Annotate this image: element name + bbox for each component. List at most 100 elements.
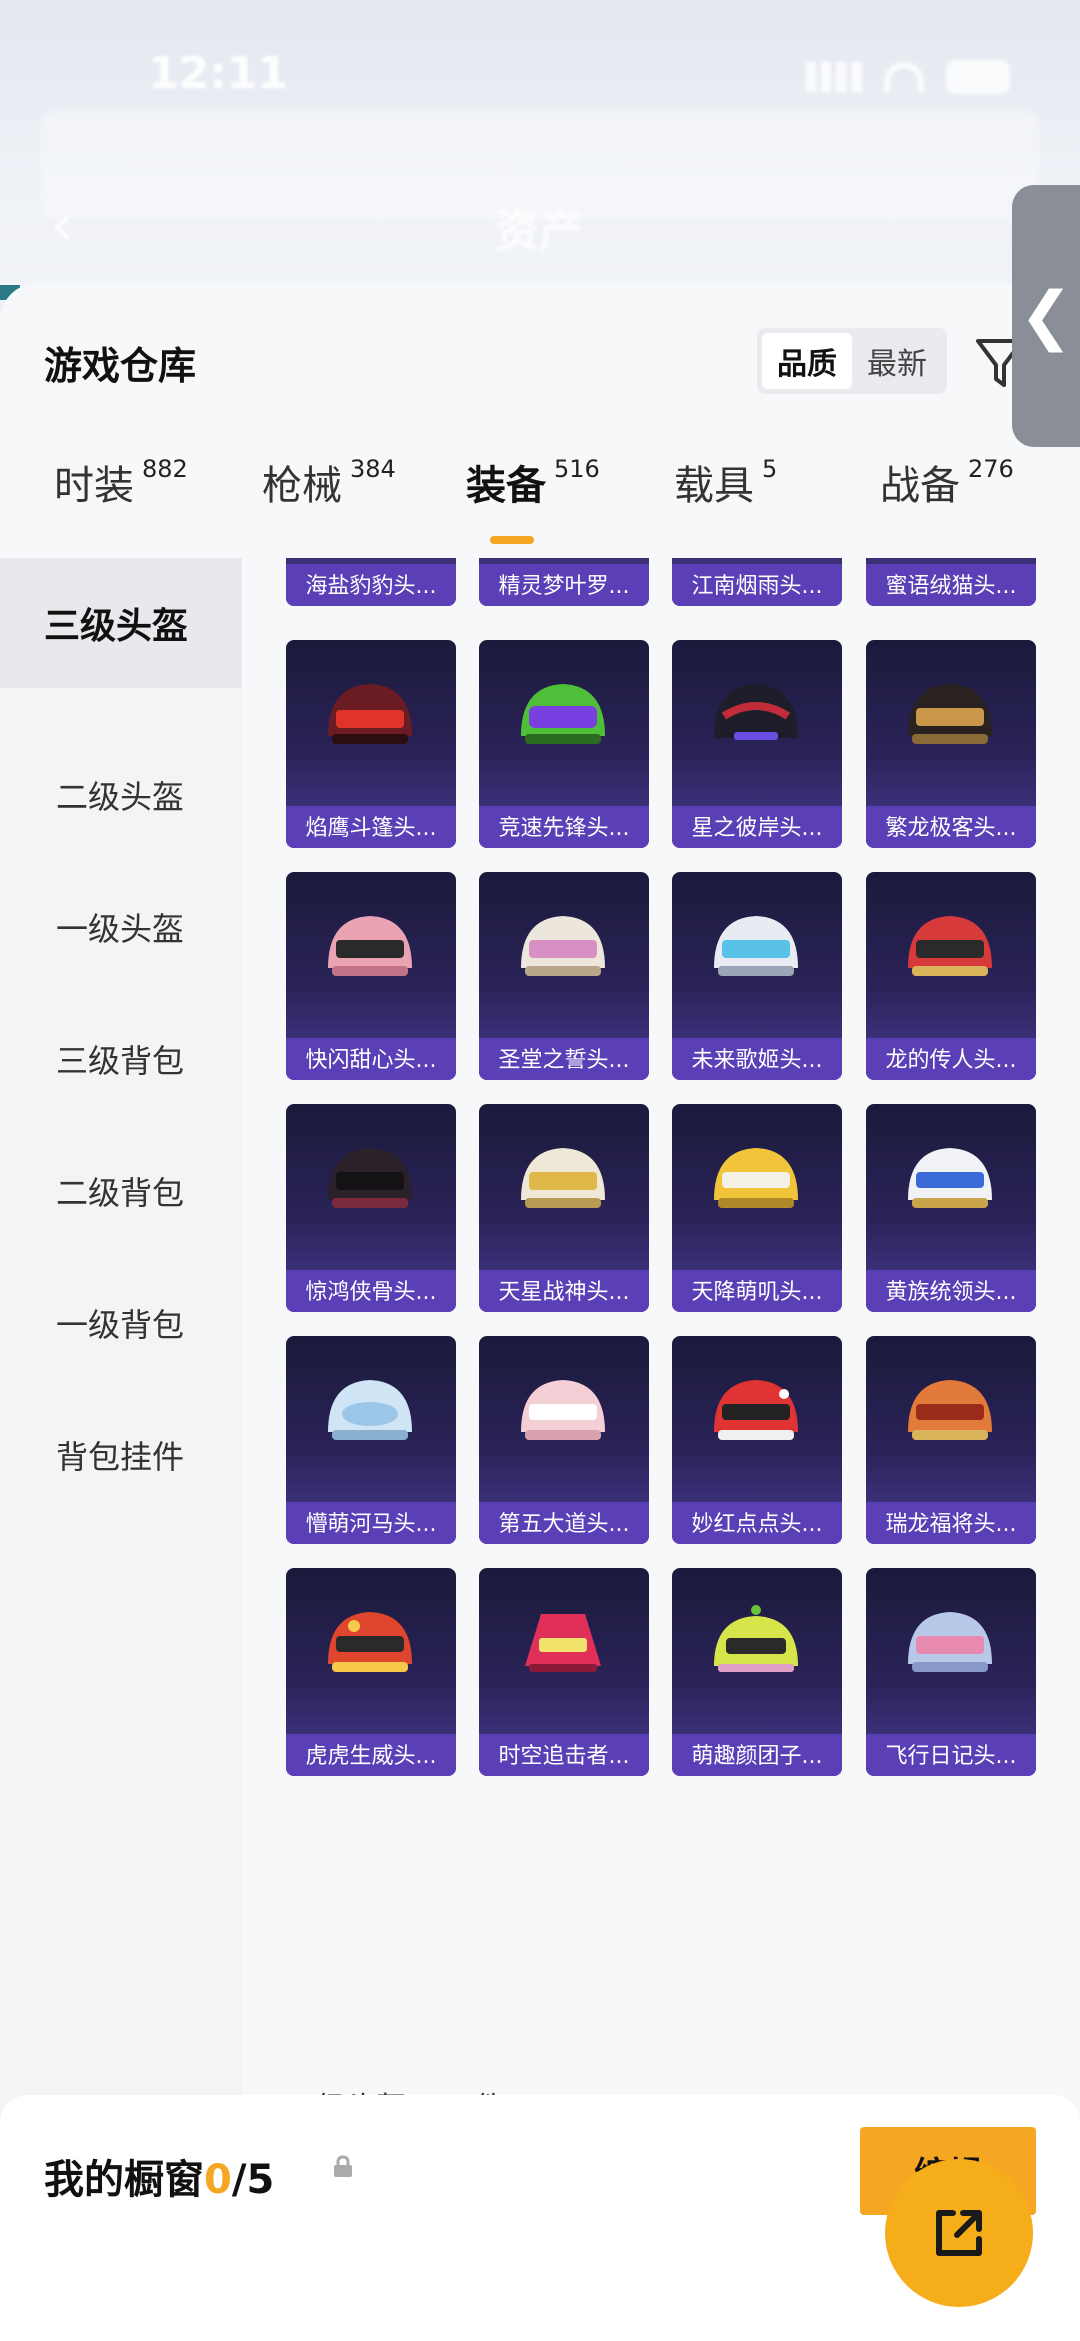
helmet-icon (714, 1148, 798, 1208)
item-grid: 海盐豹豹头... 精灵梦叶罗... 江南烟雨头... 蜜语绒猫头... 焰鹰斗篷… (242, 558, 1080, 2338)
item-card[interactable]: 天星战神头... (479, 1104, 649, 1312)
item-name: 妙红点点头... (691, 1512, 823, 1537)
helmet-icon (328, 1380, 412, 1440)
item-name: 海盐豹豹头... (305, 574, 437, 599)
helmet-icon (908, 1148, 992, 1208)
item-name: 虎虎生威头... (305, 1744, 437, 1769)
status-time: 12:11 (148, 48, 289, 99)
item-card[interactable]: 瑞龙福将头... (866, 1336, 1036, 1544)
sheet-title: 游戏仓库 (44, 344, 197, 388)
sidebar-item-level3-backpack[interactable]: 三级背包 (0, 994, 242, 1124)
side-collapse-handle[interactable]: ❮ (1012, 185, 1080, 447)
item-name: 黄族统领头... (885, 1280, 1017, 1305)
item-card[interactable]: 虎虎生威头... (286, 1568, 456, 1776)
item-card[interactable]: 精灵梦叶罗... (479, 558, 649, 606)
tab-count: 5 (762, 455, 778, 483)
item-name: 瑞龙福将头... (885, 1512, 1017, 1537)
sort-newest-option[interactable]: 最新 (852, 333, 942, 389)
helmet-icon (714, 1605, 798, 1672)
item-card[interactable]: 懵萌河马头... (286, 1336, 456, 1544)
header-background: 12:11 ‹ 资产 (0, 0, 1080, 300)
sidebar-item-level2-backpack[interactable]: 二级背包 (0, 1126, 242, 1256)
helmet-icon (908, 1380, 992, 1440)
sidebar-item-level2-helmet[interactable]: 二级头盔 (0, 730, 242, 860)
helmet-icon (525, 1614, 601, 1672)
helmet-icon (521, 1148, 605, 1208)
helmet-icon (521, 684, 605, 744)
share-icon (936, 2210, 982, 2256)
share-button[interactable] (885, 2159, 1033, 2307)
showcase-count-current: 0 (204, 2157, 232, 2203)
helmet-icon (328, 684, 412, 744)
item-card[interactable]: 萌趣颜团子... (672, 1568, 842, 1776)
tab-equipment[interactable]: 装备 516 (466, 453, 600, 511)
tab-vehicles[interactable]: 载具 5 (674, 453, 777, 511)
tab-count: 384 (350, 455, 396, 483)
sidebar-item-level1-helmet[interactable]: 一级头盔 (0, 862, 242, 992)
item-card[interactable]: 繁龙极客头... (866, 640, 1036, 848)
sidebar-item-level1-backpack[interactable]: 一级背包 (0, 1258, 242, 1388)
tab-label: 时装 (54, 463, 134, 509)
showcase-title: 我的橱窗 (44, 2157, 204, 2203)
item-card[interactable]: 圣堂之誓头... (479, 872, 649, 1080)
tab-label: 载具 (674, 463, 754, 509)
subcategory-sidebar: 三级头盔 二级头盔 一级头盔 三级背包 二级背包 一级背包 背包挂件 (0, 558, 242, 2338)
helmet-icon (328, 1612, 412, 1672)
item-card[interactable]: 蜜语绒猫头... (866, 558, 1036, 606)
item-card[interactable]: 焰鹰斗篷头... (286, 640, 456, 848)
tab-count: 516 (554, 455, 600, 483)
item-card[interactable]: 星之彼岸头... (672, 640, 842, 848)
item-name: 星之彼岸头... (691, 816, 823, 841)
battery-icon (946, 60, 1010, 94)
item-card[interactable]: 快闪甜心头... (286, 872, 456, 1080)
item-name: 第五大道头... (498, 1512, 630, 1537)
tab-count: 882 (142, 455, 188, 483)
item-card[interactable]: 时空追击者... (479, 1568, 649, 1776)
item-name: 繁花挽春头... (672, 2328, 842, 2338)
tab-guns[interactable]: 枪械 384 (262, 453, 396, 511)
item-card[interactable]: 龙的传人头... (866, 872, 1036, 1080)
item-name: 懵萌河马头... (305, 1512, 437, 1537)
wifi-icon (884, 62, 924, 92)
item-name: 龙的传人头... (885, 1048, 1017, 1073)
item-name: 江南烟雨头... (691, 574, 823, 599)
item-card[interactable]: 惊鸿侠骨头... (286, 1104, 456, 1312)
item-name: 蜜语绒猫头... (885, 574, 1017, 599)
tab-supplies[interactable]: 战备 276 (880, 453, 1014, 511)
item-name: 繁龙极客头... (885, 816, 1017, 841)
sidebar-item-backpack-pendant[interactable]: 背包挂件 (0, 1390, 242, 1520)
item-name: 精灵梦叶罗... (498, 574, 630, 599)
helmet-icon (521, 916, 605, 976)
item-card[interactable]: 天降萌叽头... (672, 1104, 842, 1312)
item-card[interactable]: 黄族统领头... (866, 1104, 1036, 1312)
item-name: 天降萌叽头... (691, 1280, 823, 1305)
chevron-left-icon[interactable]: ‹ (50, 195, 74, 255)
item-name: 飞行日记头... (885, 1744, 1017, 1769)
showcase-count-total: /5 (231, 2157, 275, 2203)
item-card[interactable]: 未来歌姬头... (672, 872, 842, 1080)
helmet-icon (714, 1380, 798, 1440)
chevron-left-icon: ❮ (1019, 279, 1073, 353)
item-name: 时空追击者... (498, 1744, 630, 1769)
tab-fashion[interactable]: 时装 882 (54, 453, 188, 511)
showcase-label: 我的橱窗0/5 (44, 2147, 274, 2205)
category-tabs: 时装 882 枪械 384 装备 516 载具 5 战备 276 (0, 453, 1080, 553)
helmet-icon (714, 684, 798, 740)
item-card[interactable]: 飞行日记头... (866, 1568, 1036, 1776)
sort-toggle: 品质 最新 (757, 328, 947, 394)
sidebar-item-level3-helmet[interactable]: 三级头盔 (0, 558, 242, 688)
item-card[interactable]: 竞速先锋头... (479, 640, 649, 848)
helmet-icon (328, 1148, 412, 1208)
item-card[interactable]: 第五大道头... (479, 1336, 649, 1544)
helmet-icon (328, 916, 412, 976)
item-card[interactable]: 妙红点点头... (672, 1336, 842, 1544)
item-card[interactable]: 海盐豹豹头... (286, 558, 456, 606)
nav-title: 资产 (495, 206, 583, 257)
item-card[interactable]: 江南烟雨头... (672, 558, 842, 606)
tab-label: 战备 (880, 463, 960, 509)
signal-icon (806, 62, 862, 92)
status-icons (806, 60, 1010, 94)
sort-quality-option[interactable]: 品质 (762, 333, 852, 389)
tab-label: 装备 (466, 463, 546, 509)
helmet-icon (908, 916, 992, 976)
